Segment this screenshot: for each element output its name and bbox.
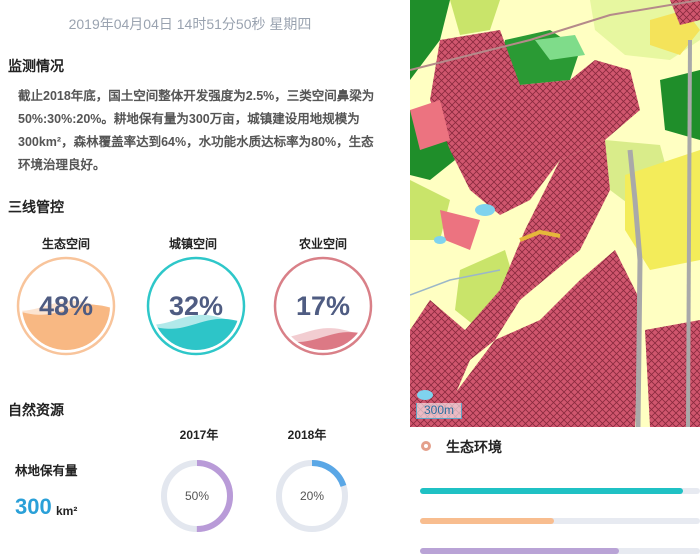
- gauge-urban: 32%: [144, 254, 248, 358]
- water-body: [434, 236, 446, 244]
- gauge-value-agricultural: 17%: [295, 290, 351, 321]
- gauge-ecological: 48%: [14, 254, 118, 358]
- ring-value-2018: 20%: [299, 489, 325, 503]
- map-canvas: [410, 0, 700, 427]
- gauge-agricultural: 17%: [271, 254, 375, 358]
- forest-land-unit: km²: [56, 504, 78, 518]
- forest-land-label: 林地保有量: [15, 464, 78, 478]
- eco-bar-fill-2: [420, 518, 555, 524]
- gauge-label-urban: 城镇空间: [168, 237, 217, 251]
- ring-2017: 50%: [158, 457, 236, 535]
- location-pin-icon: [421, 441, 431, 451]
- ring-2018: 20%: [273, 457, 351, 535]
- natural-resources-title: 自然资源: [8, 402, 64, 418]
- datetime-display: 2019年04月04日 14时51分50秒 星期四: [68, 16, 312, 32]
- year-label-2018: 2018年: [287, 428, 327, 442]
- eco-title: 生态环境: [446, 439, 502, 455]
- eco-bar-track-1: [420, 488, 700, 494]
- three-lines-title: 三线管控: [8, 199, 64, 215]
- land-use-map[interactable]: [410, 0, 700, 427]
- urban-area: [645, 320, 700, 427]
- map-scale-bar: 300m: [416, 403, 462, 419]
- forest-patch: [660, 70, 700, 140]
- gauge-value-urban: 32%: [168, 290, 224, 321]
- eco-bar-fill-1: [420, 488, 684, 494]
- water-body: [417, 390, 433, 400]
- monitoring-paragraph: 截止2018年底，国土空间整体开发强度为2.5%，三类空间鼻梁为50%:30%:…: [18, 89, 375, 172]
- eco-bar-track-3: [420, 548, 700, 554]
- gauge-value-ecological: 48%: [38, 290, 94, 321]
- monitoring-title: 监测情况: [8, 58, 64, 74]
- eco-bar-track-2: [420, 518, 700, 524]
- eco-bar-fill-3: [420, 548, 619, 554]
- road: [686, 39, 692, 427]
- ring-value-2017: 50%: [184, 489, 210, 503]
- gauge-label-ecological: 生态空间: [41, 237, 90, 251]
- year-label-2017: 2017年: [179, 428, 219, 442]
- water-body: [475, 204, 495, 216]
- gauge-label-agricultural: 农业空间: [298, 237, 347, 251]
- left-panel: 2019年04月04日 14时51分50秒 星期四 监测情况 截止2018年底，…: [0, 0, 410, 560]
- forest-land-value: 300: [15, 494, 52, 519]
